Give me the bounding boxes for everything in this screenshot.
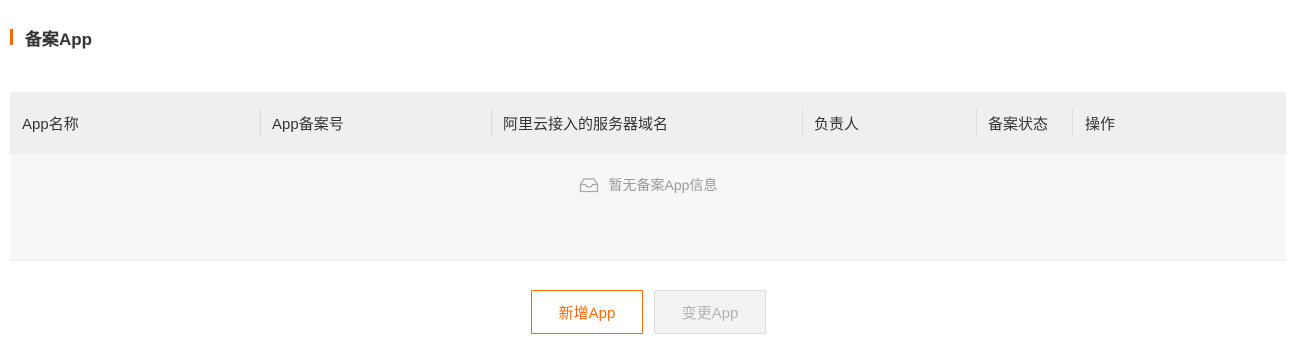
column-header-record-status: 备案状态	[988, 115, 1049, 133]
column-separator	[260, 108, 261, 138]
column-separator	[1072, 108, 1073, 138]
column-header-actions: 操作	[1085, 115, 1116, 133]
change-app-button[interactable]: 变更App	[654, 290, 766, 334]
column-header-app-record-number: App备案号	[272, 115, 344, 133]
column-separator	[976, 108, 977, 138]
empty-inbox-icon	[579, 177, 599, 193]
column-header-owner: 负责人	[814, 115, 860, 133]
empty-state: 暂无备案App信息	[10, 154, 1286, 216]
section-title: 备案App	[25, 29, 93, 49]
add-app-button[interactable]: 新增App	[531, 290, 643, 334]
column-separator	[802, 108, 803, 138]
empty-state-text: 暂无备案App信息	[608, 177, 718, 193]
column-separator	[491, 108, 492, 138]
section-header: 备案App	[10, 26, 93, 49]
title-accent-bar	[10, 29, 13, 45]
column-header-app-name: App名称	[22, 115, 79, 133]
table-header: App名称 App备案号 阿里云接入的服务器域名 负责人 备案状态 操作	[10, 92, 1286, 154]
app-table: App名称 App备案号 阿里云接入的服务器域名 负责人 备案状态 操作 暂无备…	[10, 92, 1286, 261]
column-header-server-domain: 阿里云接入的服务器域名	[503, 115, 669, 133]
